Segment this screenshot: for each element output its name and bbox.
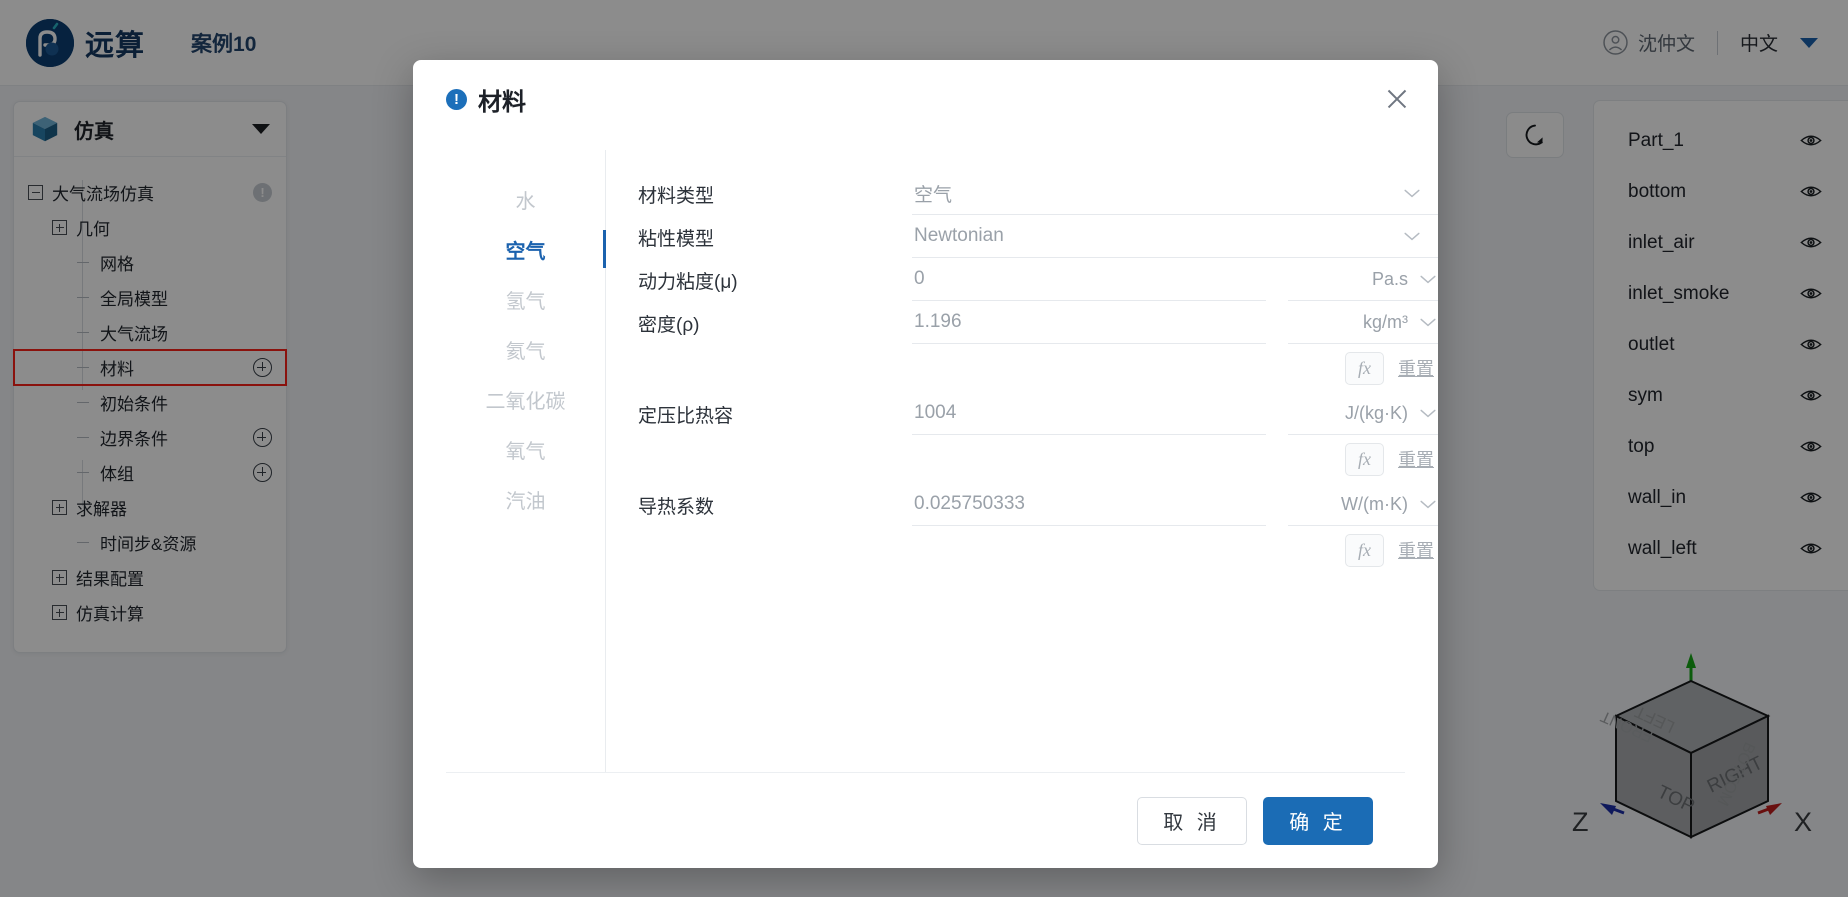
field-input-group: 1004 J/(kg·K) fx 重置 — [912, 392, 1438, 483]
field-select[interactable]: Newtonian — [912, 215, 1438, 258]
field-label: 材料类型 — [638, 186, 715, 207]
field-control: 1.196 kg/m³ fx 重置 — [912, 301, 1438, 392]
field-row-3: 密度(ρ) 1.196 kg/m³ fx 重置 — [638, 301, 1438, 392]
dialog-header: ! 材料 — [413, 60, 1438, 138]
dialog-footer: 取 消 确 定 — [446, 772, 1405, 868]
material-properties-form: 材料类型 空气粘性模型 Newtonian 动力粘度(μ) 0 Pa.s 密度(ρ) 1.19… — [606, 150, 1438, 772]
field-label: 定压比热容 — [638, 406, 734, 427]
material-tab-6[interactable]: 汽油 — [446, 474, 605, 524]
field-value: Newtonian — [914, 225, 1004, 246]
field-input-group: 1.196 kg/m³ fx 重置 — [912, 301, 1438, 392]
material-dialog: ! 材料 水空气 氢气 氦气 二氧化碳 氧气 汽油 材料类型 空气 粘性模型 Newtonian… — [413, 60, 1438, 868]
close-icon[interactable] — [1384, 86, 1410, 112]
dialog-title: 材料 — [478, 88, 526, 116]
field-row-2: 动力粘度(μ) 0 Pa.s — [638, 258, 1438, 301]
chevron-down-icon[interactable] — [1404, 189, 1420, 198]
fx-button[interactable]: fx — [1345, 442, 1384, 476]
field-input-group: 0 Pa.s — [912, 258, 1438, 301]
unit-select[interactable]: Pa.s — [1288, 258, 1438, 301]
field-label: 动力粘度(μ) — [638, 272, 738, 293]
material-tab-0[interactable]: 水 — [446, 174, 605, 224]
confirm-button[interactable]: 确 定 — [1263, 796, 1373, 845]
unit-select[interactable]: J/(kg·K) — [1288, 392, 1438, 435]
unit-select[interactable]: W/(m·K) — [1288, 483, 1438, 526]
chevron-down-icon[interactable] — [1420, 500, 1436, 509]
material-tab-4[interactable]: 二氧化碳 — [446, 374, 605, 424]
field-value: 空气 — [914, 184, 953, 206]
material-tab-5[interactable]: 氧气 — [446, 424, 605, 474]
field-input-group: 0.025750333 W/(m·K) fx 重置 — [912, 483, 1438, 574]
app-root: 远算 案例10 沈仲文 中文 仿真 大气流场仿真 ! 几何 网格 全局模型 大气… — [0, 0, 1848, 897]
field-actions: fx 重置 — [912, 344, 1438, 392]
field-input[interactable]: 1.196 — [912, 301, 1266, 344]
chevron-down-icon[interactable] — [1404, 232, 1420, 241]
field-control: 1004 J/(kg·K) fx 重置 — [912, 392, 1438, 483]
field-input[interactable]: 0.025750333 — [912, 483, 1266, 526]
field-control: Newtonian — [912, 215, 1438, 258]
material-tab-1[interactable]: 空气 — [446, 224, 606, 274]
unit-label: Pa.s — [1371, 268, 1408, 289]
unit-label: W/(m·K) — [1341, 493, 1408, 514]
field-select[interactable]: 空气 — [912, 172, 1438, 215]
fx-button[interactable]: fx — [1345, 351, 1384, 385]
field-row-5: 导热系数 0.025750333 W/(m·K) fx 重置 — [638, 483, 1438, 574]
field-input[interactable]: 1004 — [912, 392, 1266, 435]
material-tab-list: 水空气 氢气 氦气 二氧化碳 氧气 汽油 — [446, 150, 606, 772]
cancel-button[interactable]: 取 消 — [1137, 796, 1247, 845]
field-label: 粘性模型 — [638, 229, 715, 250]
fx-button[interactable]: fx — [1345, 533, 1384, 567]
dialog-body: 水空气 氢气 氦气 二氧化碳 氧气 汽油 材料类型 空气 粘性模型 Newtonian 动力粘度(… — [413, 138, 1438, 772]
chevron-down-icon[interactable] — [1420, 275, 1436, 284]
material-tab-2[interactable]: 氢气 — [446, 274, 605, 324]
field-actions: fx 重置 — [912, 526, 1438, 574]
field-actions: fx 重置 — [912, 435, 1438, 483]
chevron-down-icon[interactable] — [1420, 318, 1436, 327]
field-row-4: 定压比热容 1004 J/(kg·K) fx 重置 — [638, 392, 1438, 483]
info-badge-icon: ! — [446, 88, 467, 110]
field-control: 0 Pa.s — [912, 258, 1438, 301]
chevron-down-icon[interactable] — [1420, 409, 1436, 418]
field-control: 0.025750333 W/(m·K) fx 重置 — [912, 483, 1438, 574]
reset-link[interactable]: 重置 — [1398, 355, 1434, 381]
field-control: 空气 — [912, 172, 1438, 215]
unit-label: J/(kg·K) — [1345, 402, 1408, 423]
field-input[interactable]: 0 — [912, 258, 1266, 301]
reset-link[interactable]: 重置 — [1398, 446, 1434, 472]
reset-link[interactable]: 重置 — [1398, 537, 1434, 563]
material-tab-3[interactable]: 氦气 — [446, 324, 605, 374]
unit-label: kg/m³ — [1363, 311, 1408, 332]
field-row-1: 粘性模型 Newtonian — [638, 215, 1438, 258]
field-label: 导热系数 — [638, 497, 715, 518]
unit-select[interactable]: kg/m³ — [1288, 301, 1438, 344]
field-row-0: 材料类型 空气 — [638, 172, 1438, 215]
field-label: 密度(ρ) — [638, 315, 700, 336]
